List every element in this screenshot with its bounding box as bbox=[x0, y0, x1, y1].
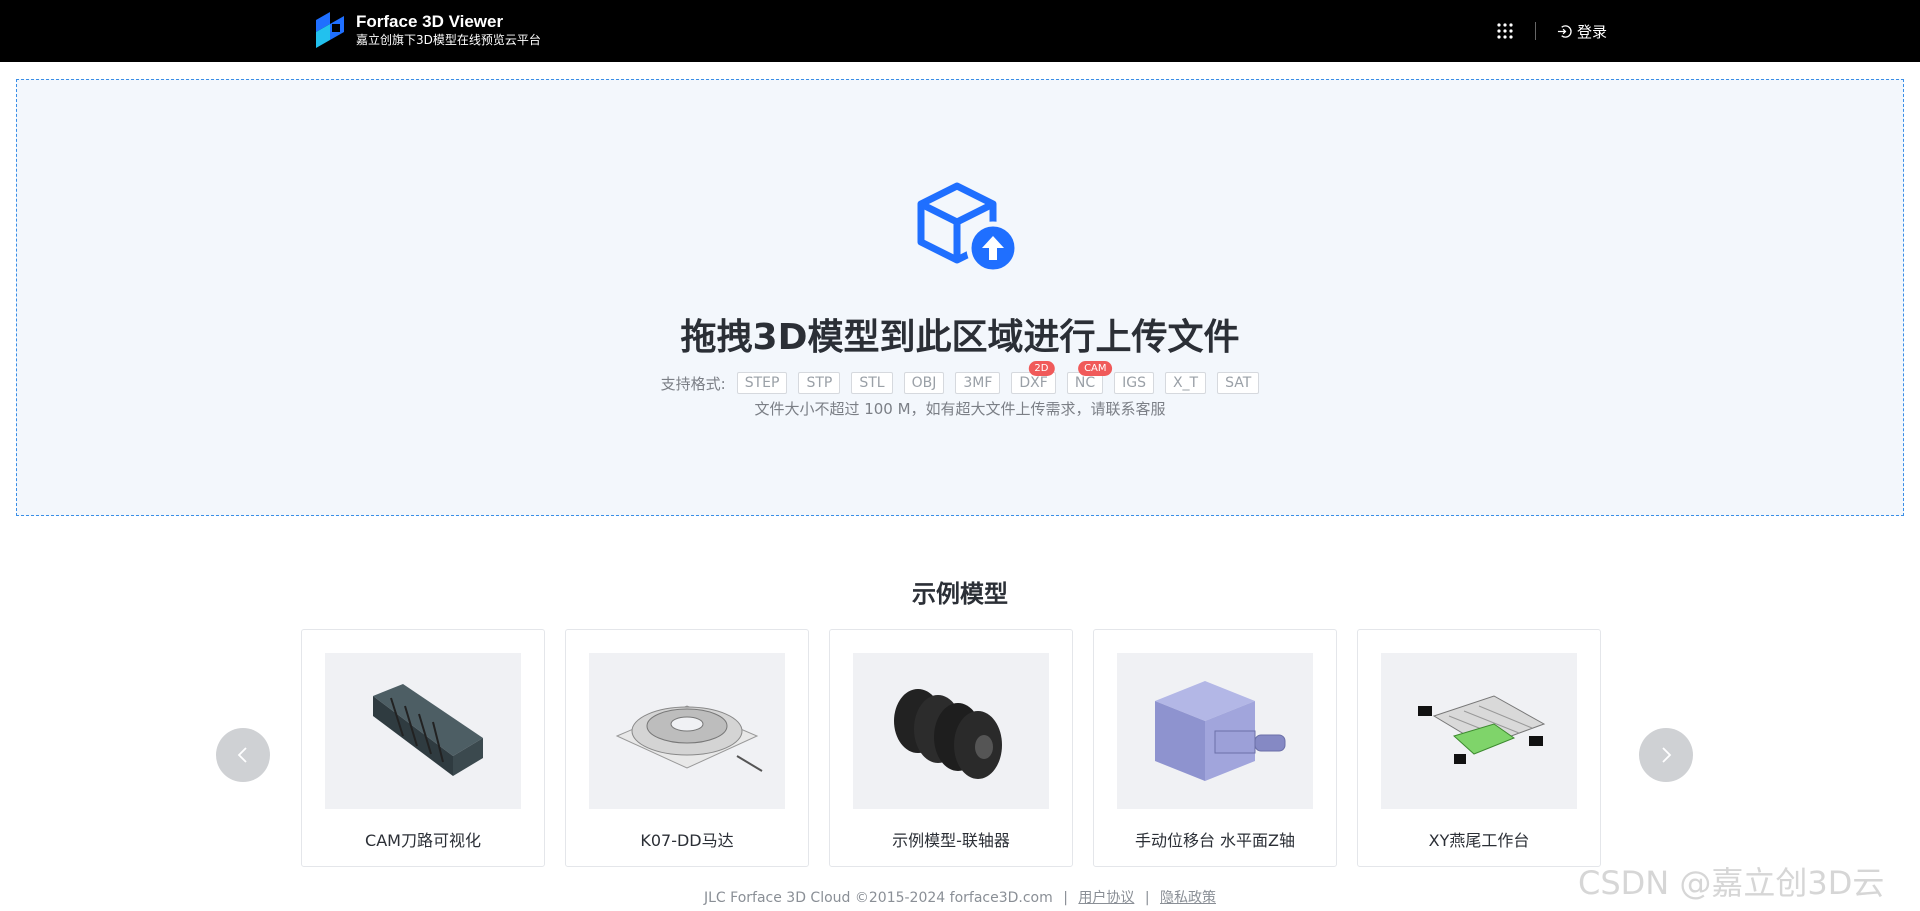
privacy-link[interactable]: 隐私政策 bbox=[1160, 890, 1216, 906]
format-tag-stl: STL bbox=[851, 372, 893, 394]
format-tag-nc: NC CAM bbox=[1066, 361, 1113, 394]
format-tag-igs: IGS bbox=[1114, 372, 1154, 394]
brand[interactable]: Forface 3D Viewer 嘉立创旗下3D模型在线预览云平台 bbox=[312, 10, 541, 50]
cam-plate-model-icon bbox=[373, 684, 483, 776]
footer-separator: | bbox=[1144, 890, 1150, 906]
login-button[interactable]: 登录 bbox=[1557, 21, 1607, 42]
example-label: XY燕尾工作台 bbox=[1428, 831, 1530, 850]
format-tag-step: STEP bbox=[736, 372, 788, 394]
format-tag-3mf: 3MF bbox=[955, 372, 1001, 394]
carousel-prev-button[interactable] bbox=[216, 728, 270, 782]
format-badge-cam: CAM bbox=[1078, 361, 1113, 376]
grid-icon[interactable] bbox=[1496, 22, 1514, 40]
footer-copyright: JLC Forface 3D Cloud ©2015-2024 forface3… bbox=[704, 890, 1053, 906]
supported-formats: 支持格式: STEP STP STL OBJ 3MF DXF 2D NC CAM I… bbox=[17, 361, 1903, 394]
example-card-coupling[interactable]: 示例模型-联轴器 bbox=[829, 629, 1073, 867]
app-subtitle: 嘉立创旗下3D模型在线预览云平台 bbox=[356, 33, 541, 47]
footer-separator: | bbox=[1063, 890, 1068, 906]
cube-upload-icon bbox=[917, 182, 1020, 275]
dd-motor-model-icon bbox=[615, 705, 763, 772]
top-bar: Forface 3D Viewer 嘉立创旗下3D模型在线预览云平台 登录 bbox=[0, 0, 1920, 62]
example-label: CAM刀路可视化 bbox=[365, 831, 481, 850]
chevron-left-icon bbox=[237, 747, 247, 763]
upload-title: 拖拽3D模型到此区域进行上传文件 bbox=[680, 317, 1240, 358]
example-card-stage[interactable]: 手动位移台 水平面Z轴 bbox=[1093, 629, 1337, 867]
format-tag-obj: OBJ bbox=[903, 372, 945, 394]
file-size-note: 文件大小不超过 100 M，如有超大文件上传需求，请联系客服 bbox=[754, 400, 1166, 418]
login-icon bbox=[1557, 25, 1572, 38]
forface-logo-icon bbox=[316, 12, 344, 48]
example-label: 手动位移台 水平面Z轴 bbox=[1134, 831, 1296, 850]
example-card-xy-table[interactable]: XY燕尾工作台 bbox=[1357, 629, 1601, 867]
chevron-right-icon bbox=[1662, 747, 1672, 763]
model-thumbnail bbox=[1117, 653, 1313, 809]
model-thumbnail bbox=[1381, 653, 1577, 809]
format-badge-2d: 2D bbox=[1028, 361, 1055, 376]
upload-dropzone[interactable]: 拖拽3D模型到此区域进行上传文件 支持格式: STEP STP STL OBJ … bbox=[16, 79, 1904, 516]
example-label: K07-DD马达 bbox=[640, 831, 734, 850]
example-card-cam[interactable]: CAM刀路可视化 bbox=[301, 629, 545, 867]
formats-label: 支持格式: bbox=[660, 374, 726, 393]
app-title: Forface 3D Viewer bbox=[356, 12, 504, 31]
stage-model-icon bbox=[1155, 681, 1286, 781]
xy-table-model-icon bbox=[1418, 695, 1546, 764]
header-divider bbox=[1535, 22, 1536, 40]
format-tag-dxf: DXF 2D bbox=[1011, 361, 1056, 394]
model-thumbnail bbox=[589, 653, 785, 809]
example-cards: CAM刀路可视化 K07-DD马达 示例模型-联轴器 手动位移台 水平面Z轴 X… bbox=[301, 629, 1601, 867]
model-thumbnail bbox=[853, 653, 1049, 809]
example-label: 示例模型-联轴器 bbox=[892, 831, 1010, 850]
coupling-model-icon bbox=[894, 689, 1002, 779]
terms-link[interactable]: 用户协议 bbox=[1078, 890, 1134, 906]
examples-title: 示例模型 bbox=[912, 580, 1008, 608]
format-tag-sat: SAT bbox=[1217, 372, 1260, 394]
model-thumbnail bbox=[325, 653, 521, 809]
csdn-watermark: CSDN @嘉立创3D云 bbox=[1578, 864, 1885, 902]
example-card-k07[interactable]: K07-DD马达 bbox=[565, 629, 809, 867]
format-tag-x-t: X_T bbox=[1164, 372, 1207, 394]
carousel-next-button[interactable] bbox=[1639, 728, 1693, 782]
format-tag-stp: STP bbox=[798, 372, 841, 394]
login-label: 登录 bbox=[1577, 23, 1608, 41]
